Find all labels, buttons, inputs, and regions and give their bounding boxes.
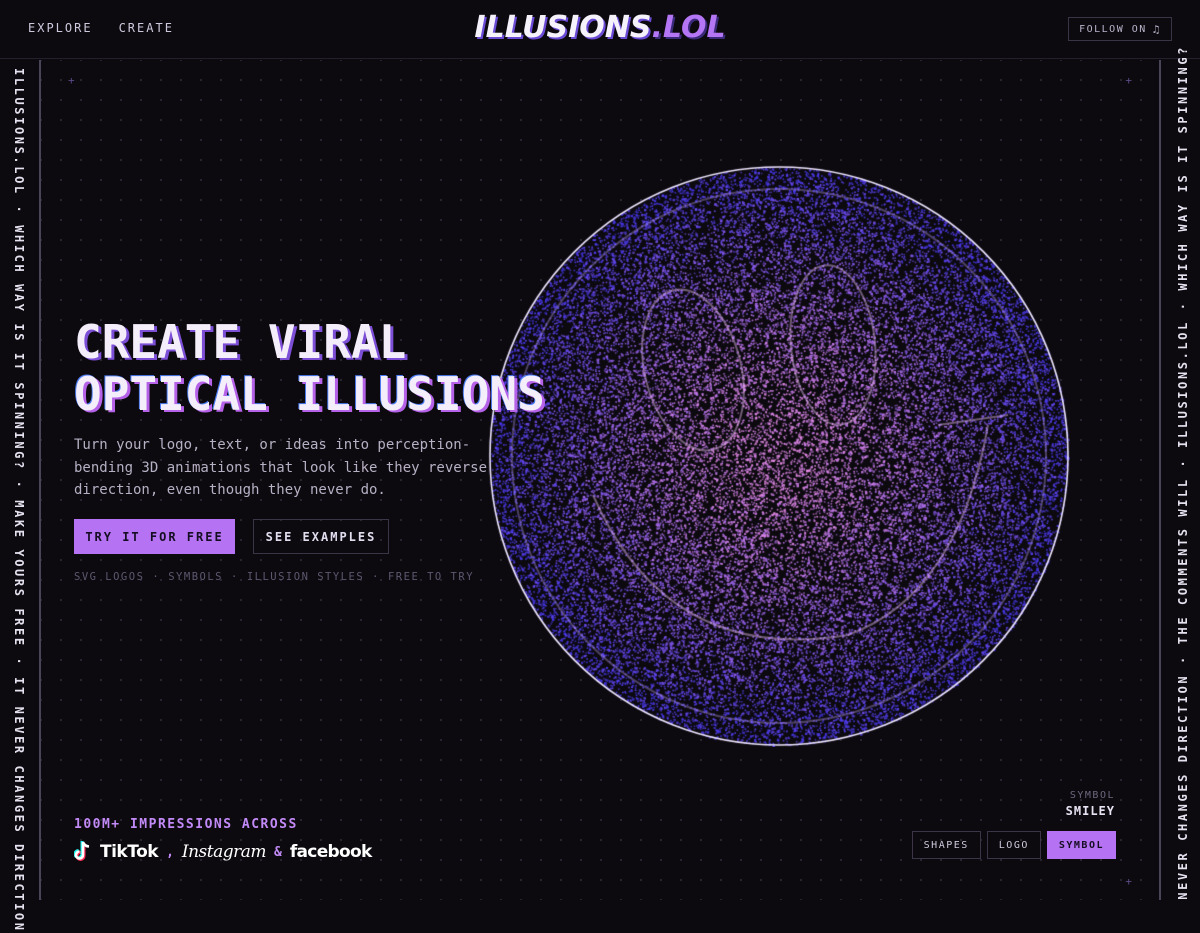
right-marquee-rail: NEVER CHANGES DIRECTION · THE COMMENTS W…: [1159, 45, 1200, 900]
feature-separator: ·: [152, 571, 161, 583]
hero-headline-line-2: OPTICAL ILLUSIONS: [74, 367, 545, 421]
logo-main-text: ILLUSIONS: [474, 10, 652, 45]
see-examples-button[interactable]: SEE EXAMPLES: [253, 519, 389, 554]
try-free-button[interactable]: TRY IT FOR FREE: [74, 519, 235, 554]
mode-shapes-button[interactable]: SHAPES: [911, 831, 981, 859]
mode-selector: SHAPES LOGO SYMBOL: [911, 831, 1116, 859]
comma-separator: ,: [166, 844, 174, 860]
current-selection-caption: SYMBOL SMILEY: [1066, 790, 1115, 818]
ampersand-separator: &: [274, 844, 282, 860]
facebook-wordmark: facebook: [289, 842, 372, 862]
feature-list: SVG LOGOS · SYMBOLS · ILLUSION STYLES · …: [74, 571, 474, 583]
social-platforms: TikTok , Instagram & facebook: [74, 840, 372, 864]
feature-separator: ·: [231, 571, 239, 583]
right-marquee-text: NEVER CHANGES DIRECTION · THE COMMENTS W…: [1176, 45, 1190, 900]
left-marquee-rail: ILLUSIONS.LOL · WHICH WAY IS IT SPINNING…: [0, 60, 41, 933]
feature-item: SYMBOLS: [168, 571, 223, 583]
corner-plus-icon: +: [1125, 875, 1132, 888]
logo-tld-text: .LOL: [651, 10, 726, 45]
corner-plus-icon: +: [1125, 74, 1132, 87]
tiktok-logo-icon: [74, 841, 92, 863]
left-marquee-text: ILLUSIONS.LOL · WHICH WAY IS IT SPINNING…: [12, 68, 26, 933]
feature-item: SVG LOGOS: [74, 571, 145, 583]
mode-symbol-button[interactable]: SYMBOL: [1046, 831, 1116, 859]
follow-button[interactable]: FOLLOW ON ♫: [1068, 17, 1172, 41]
feature-separator: ·: [372, 571, 380, 583]
mode-logo-button[interactable]: LOGO: [986, 831, 1041, 859]
hero-description: Turn your logo, text, or ideas into perc…: [74, 437, 488, 498]
cta-row: TRY IT FOR FREE SEE EXAMPLES: [74, 519, 389, 554]
selection-value: SMILEY: [1065, 804, 1115, 818]
corner-plus-icon: +: [68, 74, 75, 87]
hero-copy: CREATE VIRAL OPTICAL ILLUSIONS Turn your…: [74, 316, 594, 502]
follow-label: FOLLOW ON: [1079, 23, 1147, 35]
selection-type-label: SYMBOL: [1069, 790, 1115, 801]
instagram-wordmark: Instagram: [181, 842, 267, 862]
feature-item: ILLUSION STYLES: [246, 571, 365, 583]
top-navigation: EXPLORE CREATE ILLUSIONS.LOL FOLLOW ON ♫: [0, 0, 1200, 59]
tiktok-icon: ♫: [1152, 22, 1161, 36]
hero-headline-line-1: CREATE VIRAL: [74, 315, 407, 369]
site-logo[interactable]: ILLUSIONS.LOL: [0, 10, 1200, 45]
tiktok-wordmark: TikTok: [100, 842, 159, 862]
feature-item: FREE TO TRY: [387, 571, 475, 583]
impressions-heading: 100M+ IMPRESSIONS ACROSS: [74, 817, 298, 832]
